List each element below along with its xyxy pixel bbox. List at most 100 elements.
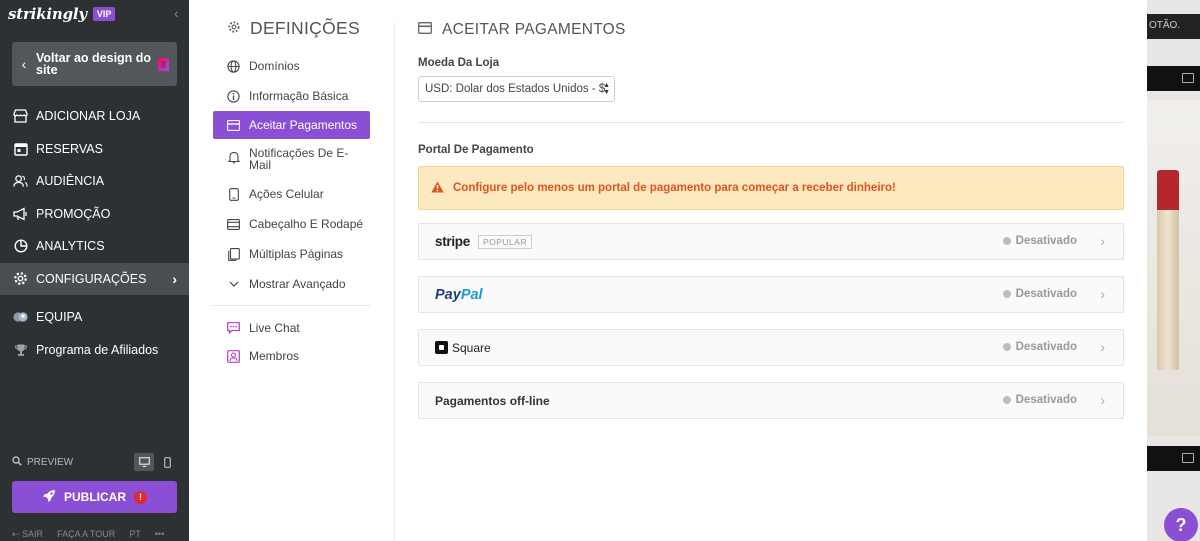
settings-item-live-chat[interactable]: Live Chat bbox=[213, 319, 370, 337]
vip-badge: VIP bbox=[92, 7, 116, 21]
status-dot bbox=[1002, 396, 1011, 404]
back-to-design-button[interactable]: ‹ Voltar ao design do site bbox=[12, 42, 177, 86]
bottle-cap-shape bbox=[1157, 170, 1179, 210]
sidebar-item-team[interactable]: EQUIPA bbox=[0, 301, 189, 334]
settings-item-label: Ações Celular bbox=[249, 187, 324, 201]
desktop-icon bbox=[138, 457, 150, 467]
subnav-divider bbox=[213, 305, 370, 306]
card-icon bbox=[418, 21, 432, 39]
warning-icon bbox=[431, 181, 444, 196]
preview-label[interactable]: PREVIEW bbox=[27, 457, 73, 468]
gateway-stripe[interactable]: stripe POPULAR Desativado › bbox=[418, 223, 1124, 260]
settings-item-label: Aceitar Pagamentos bbox=[249, 118, 358, 132]
settings-item-email-notifications[interactable]: Notificações De E-Mail bbox=[213, 147, 370, 173]
payments-title: ACEITAR PAGAMENTOS bbox=[418, 21, 626, 39]
gear-icon bbox=[13, 271, 28, 286]
publish-label: PUBLICAR bbox=[64, 490, 126, 504]
chevron-right-icon: › bbox=[1100, 392, 1105, 408]
gear-icon bbox=[227, 18, 241, 39]
chevron-right-icon: › bbox=[1100, 286, 1105, 302]
panel-divider bbox=[394, 22, 395, 541]
publish-button[interactable]: PUBLICAR ! bbox=[12, 481, 177, 513]
chevron-down-icon bbox=[227, 278, 240, 291]
sidebar-item-analytics[interactable]: ANALYTICS bbox=[0, 230, 189, 263]
sidebar-item-settings[interactable]: CONFIGURAÇÕES › bbox=[0, 262, 189, 295]
sidebar-footer: ⇠ SAIR FAÇA A TOUR PT ••• bbox=[12, 529, 182, 540]
mobile-icon bbox=[163, 456, 171, 468]
mobile-preview-button[interactable] bbox=[157, 453, 177, 471]
settings-item-label: Informação Básica bbox=[249, 89, 349, 103]
publish-alert-badge: ! bbox=[134, 490, 147, 504]
language-link[interactable]: PT bbox=[129, 529, 141, 540]
gateway-paypal[interactable]: PayPal Desativado › bbox=[418, 276, 1124, 313]
paypal-logo: PayPal bbox=[435, 287, 483, 303]
sidebar-nav: ADICIONAR LOJA RESERVAS AUDIÊNCIA PROMOÇ… bbox=[0, 100, 189, 366]
currency-label: Moeda Da Loja bbox=[418, 57, 500, 69]
preview-row: PREVIEW bbox=[12, 452, 177, 472]
status-dot bbox=[1002, 343, 1011, 351]
back-to-design-label: Voltar ao design do site bbox=[36, 51, 152, 77]
strikingly-logo: strikingly bbox=[8, 5, 87, 23]
more-menu-icon[interactable]: ••• bbox=[155, 529, 164, 540]
bell-icon bbox=[227, 151, 240, 164]
preview-image-bar bbox=[1147, 446, 1200, 471]
brand: strikingly VIP bbox=[8, 4, 116, 24]
help-button[interactable]: ? bbox=[1164, 508, 1198, 541]
collapse-sidebar-icon[interactable]: ‹ bbox=[174, 6, 179, 20]
gateway-square[interactable]: Square Desativado › bbox=[418, 329, 1124, 366]
portal-label: Portal De Pagamento bbox=[418, 144, 534, 156]
sidebar-item-bookings[interactable]: RESERVAS bbox=[0, 133, 189, 166]
square-name: Square bbox=[452, 340, 491, 355]
status-dot bbox=[1002, 237, 1011, 245]
square-logo: Square bbox=[435, 341, 491, 355]
card-icon bbox=[227, 119, 240, 132]
sidebar-item-affiliates[interactable]: Programa de Afiliados bbox=[0, 334, 189, 367]
page-icon bbox=[158, 57, 169, 71]
select-arrows-icon: ▲ ▼ bbox=[603, 82, 610, 96]
settings-item-mobile-actions[interactable]: Ações Celular bbox=[213, 185, 370, 203]
settings-item-domains[interactable]: Domínios bbox=[213, 57, 370, 75]
popular-badge: POPULAR bbox=[477, 234, 533, 249]
gateway-status: Desativado bbox=[1002, 288, 1077, 300]
search-icon bbox=[12, 455, 22, 469]
sidebar-item-label: AUDIÊNCIA bbox=[36, 174, 105, 189]
desktop-preview-button[interactable] bbox=[134, 453, 154, 471]
gateway-status: Desativado bbox=[1002, 235, 1077, 247]
device-switcher bbox=[134, 453, 177, 471]
chevron-right-icon: › bbox=[1100, 339, 1105, 355]
chevron-right-icon: › bbox=[172, 270, 177, 287]
calendar-icon bbox=[13, 141, 28, 156]
sidebar-item-audience[interactable]: AUDIÊNCIA bbox=[0, 165, 189, 198]
tour-link[interactable]: FAÇA A TOUR bbox=[57, 529, 115, 540]
sidebar-item-label: ANALYTICS bbox=[36, 239, 105, 254]
globe-icon bbox=[227, 59, 240, 73]
settings-item-payments[interactable]: Aceitar Pagamentos bbox=[213, 111, 370, 139]
settings-item-multiple-pages[interactable]: Múltiplas Páginas bbox=[213, 245, 370, 263]
sidebar-item-label: ADICIONAR LOJA bbox=[36, 109, 141, 124]
team-icon bbox=[13, 310, 28, 325]
site-preview: OTÃO. bbox=[1147, 0, 1200, 541]
offline-payments-label: Pagamentos off-line bbox=[435, 393, 550, 408]
settings-item-members[interactable]: Membros bbox=[213, 347, 370, 365]
settings-item-show-advanced[interactable]: Mostrar Avançado bbox=[213, 275, 370, 293]
sidebar-item-promotion[interactable]: PROMOÇÃO bbox=[0, 198, 189, 231]
settings-item-basic-info[interactable]: Informação Básica bbox=[213, 87, 370, 105]
settings-item-label: Múltiplas Páginas bbox=[249, 247, 344, 261]
rocket-icon bbox=[42, 489, 56, 506]
exit-link[interactable]: ⇠ SAIR bbox=[12, 529, 43, 540]
sidebar-item-store[interactable]: ADICIONAR LOJA bbox=[0, 100, 189, 133]
gateway-offline[interactable]: Pagamentos off-line Desativado › bbox=[418, 382, 1124, 419]
settings-item-label: Domínios bbox=[249, 59, 300, 73]
currency-select[interactable]: USD: Dolar dos Estados Unidos - $ ▲ ▼ bbox=[418, 76, 615, 102]
square-mark-icon bbox=[435, 341, 448, 354]
mobile-icon bbox=[227, 187, 240, 201]
status-label: Desativado bbox=[1015, 235, 1077, 247]
exit-label: SAIR bbox=[22, 529, 44, 539]
gateway-warning-alert: Configure pelo menos um portal de pagame… bbox=[418, 166, 1124, 210]
gateway-status: Desativado bbox=[1002, 341, 1077, 353]
payments-title-label: ACEITAR PAGAMENTOS bbox=[442, 21, 626, 38]
settings-item-label: Live Chat bbox=[249, 321, 300, 335]
paypal-logo-pal: Pal bbox=[460, 286, 483, 303]
status-dot bbox=[1002, 290, 1011, 298]
settings-item-header-footer[interactable]: Cabeçalho E Rodapé bbox=[213, 215, 370, 233]
